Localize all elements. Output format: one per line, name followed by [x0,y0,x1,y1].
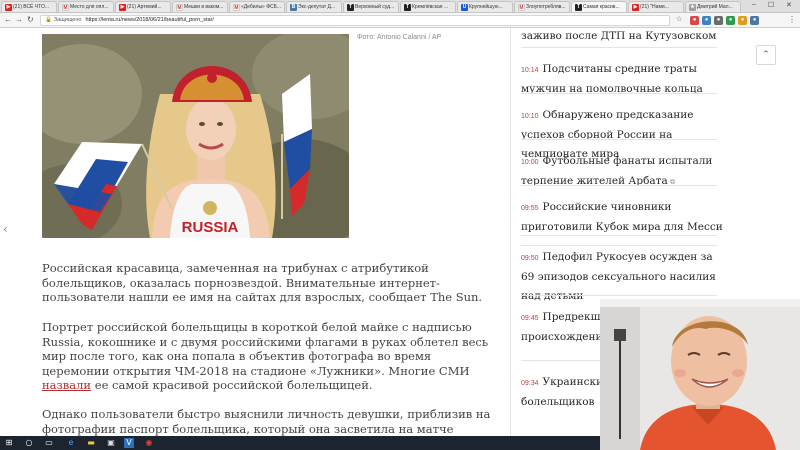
column-divider [510,28,511,436]
browser-tab-label: Дмитрий Мал... [697,4,733,10]
news-time: 09:50 [521,255,539,262]
news-separator [521,93,717,94]
news-item[interactable]: 10:14 Подсчитаны средние траты мужчин на … [521,57,726,96]
task-view-icon[interactable]: ▭ [44,438,54,448]
news-title: Подсчитаны средние траты мужчин на помол… [521,63,703,95]
news-item[interactable]: 10:00 Футбольные фанаты испытали терпение… [521,149,726,188]
browser-tab-label: Крупнейшую... [469,4,503,10]
browser-tab-label: (21) Артемий... [127,4,162,10]
webcam-image [600,299,800,450]
edge-icon[interactable]: e [66,438,76,448]
browser-tab[interactable]: M Злоупотребляв... [514,1,570,12]
udp-icon: U [461,4,468,11]
browser-tab-label: Место для опл... [70,4,109,10]
browser-tab[interactable]: M «Дебилы» ФСБ... [229,1,285,12]
browser-tab[interactable]: ▶ (21) "Нами... [628,1,684,12]
news-separator [521,185,717,186]
lock-icon: 🔒 [45,17,52,23]
news-separator [521,139,717,140]
bookmark-icon: ★ [689,4,696,11]
folder-icon[interactable]: ▬ [86,438,96,448]
windows-start-icon[interactable]: ⊞ [4,438,14,448]
chevron-left-icon[interactable]: ‹ [3,222,8,236]
forward-icon[interactable]: → [15,15,23,25]
scroll-up-button[interactable]: ⌃ [756,45,776,65]
extension-icon[interactable]: ● [738,16,747,25]
browser-tab[interactable]: U Крупнейшую... [457,1,513,12]
article-photo: RUSSIA [42,34,349,238]
news-time: 09:34 [521,380,539,387]
back-icon[interactable]: ← [4,15,12,25]
news-item[interactable]: 09:55 Российские чиновники приготовили Ку… [521,195,726,234]
browser-tab[interactable]: ★ Дмитрий Мал... [685,1,741,12]
lenta-icon: T [404,4,411,11]
extension-icon[interactable]: ● [750,16,759,25]
news-time: 09:55 [521,205,539,212]
browser-tab-label: Верховный суд... [355,4,395,10]
photo-credit: Фото: Antonio Calanni / AP [357,34,442,41]
browser-tab-label: (21) "Нами... [640,4,669,10]
browser-tab-strip: – ☐ ✕ ▶ (21) ВСЁ ЧТО... M Место для опл... ▶… [0,0,800,13]
search-icon[interactable]: ○ [24,438,34,448]
browser-tab[interactable]: ▶ (21) ВСЁ ЧТО... [1,1,57,12]
news-separator [521,47,717,48]
chevron-up-icon: ⌃ [762,50,770,60]
browser-tab-label: Экс-депутат Д... [298,4,336,10]
maximize-icon[interactable]: ☐ [768,1,774,9]
news-separator [521,235,717,236]
youtube-icon: ▶ [5,4,12,11]
extension-icon[interactable]: ● [726,16,735,25]
news-time: 09:45 [521,315,539,322]
browser-tab[interactable]: T Верховный суд... [343,1,399,12]
article-link-named[interactable]: назвали [42,378,91,392]
article-photo-image: RUSSIA [42,34,349,238]
lenta-icon: T [347,4,354,11]
news-title: Футбольные фанаты испытали терпение жите… [521,155,713,187]
lenta-icon: T [575,4,582,11]
close-window-icon[interactable]: ✕ [786,1,792,9]
reload-icon[interactable]: ↻ [27,15,34,25]
store-icon[interactable]: ▣ [106,438,116,448]
browser-tab-label: «Дебилы» ФСБ... [241,4,282,10]
url-text: https://lenta.ru/news/2018/06/21/beautif… [85,17,214,23]
news-time: 10:14 [521,67,539,74]
news-time: 10:00 [521,159,539,166]
secure-label: Защищено [53,17,82,23]
gmail-icon: M [518,4,525,11]
youtube-icon: ▶ [119,4,126,11]
article-paragraph-1: Российская красавица, замеченная на триб… [42,261,483,305]
chrome-icon[interactable]: ◉ [144,438,154,448]
browser-tab[interactable]: T Самая красив... [571,1,627,12]
article-paragraph-2: Портрет российской болельщицы в короткой… [42,320,489,393]
menu-icon[interactable]: ⋮ [788,15,796,25]
app-v-icon[interactable]: V [124,438,134,448]
shirt-lettering: RUSSIA [182,219,239,236]
vk-icon: B [290,4,297,11]
browser-tab[interactable]: T Кремлёвская ... [400,1,456,12]
browser-tab-label: Кремлёвская ... [412,4,449,10]
gmail-icon: M [233,4,240,11]
browser-tab[interactable]: B Экс-депутат Д... [286,1,342,12]
browser-tab[interactable]: ▶ (21) Артемий... [115,1,171,12]
minimize-icon[interactable]: – [752,1,756,8]
windows-taskbar: ⊞ ○ ▭ e ▬ ▣ V ◉ [0,436,600,450]
browser-tab-label: Самая красив... [583,4,620,10]
browser-tab-label: Мешки в ваком... [184,4,224,10]
news-title: Российские чиновники приготовили Кубок м… [521,201,723,233]
news-separator [521,245,717,246]
youtube-icon: ▶ [632,4,639,11]
gmail-icon: M [176,4,183,11]
news-separator [521,295,717,296]
browser-tab-label: (21) ВСЁ ЧТО... [13,4,50,10]
browser-tab-label: Злоупотребляв... [526,4,566,10]
webcam-overlay [600,299,800,450]
browser-tab[interactable]: M Место для опл... [58,1,114,12]
browser-tab[interactable]: M Мешки в ваком... [172,1,228,12]
gmail-icon: M [62,4,69,11]
news-title: заживо после ДТП на Кутузовском [521,30,717,42]
news-time: 10:10 [521,113,539,120]
news-item-fragment[interactable]: заживо после ДТП на Кутузовском [521,24,726,44]
